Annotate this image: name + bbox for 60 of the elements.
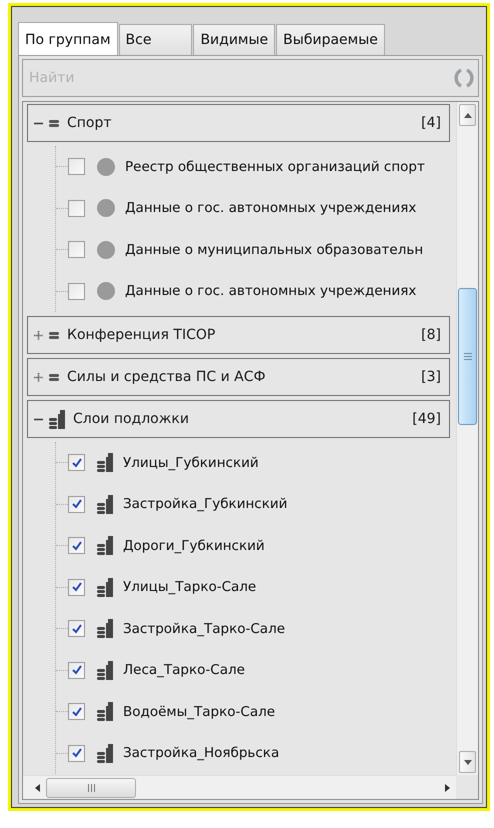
checkbox[interactable]	[68, 454, 85, 472]
layer-name[interactable]: Водоёмы_Тарко-Сале	[123, 704, 276, 720]
checkbox[interactable]	[68, 578, 85, 596]
checkmark-icon	[72, 582, 82, 592]
group-name: Слои подложки	[73, 411, 190, 427]
down-arrow-icon	[464, 760, 472, 764]
item-count: [8]	[421, 327, 441, 343]
group-name: Силы и средства ПС и АСФ	[67, 369, 267, 385]
checkmark-icon	[72, 458, 82, 468]
layer-name[interactable]: Реестр общественных организаций спорт	[125, 158, 425, 175]
checkmark-icon	[72, 540, 82, 551]
group-name: Спорт	[67, 115, 113, 131]
tab[interactable]: Все	[118, 24, 192, 55]
scroll-thumb[interactable]	[46, 778, 136, 798]
tab[interactable]: Выбираемые	[276, 24, 385, 55]
group-header[interactable]: Конференция TICOP [8]	[27, 316, 450, 354]
layer-name[interactable]: Застройка_Ноябрьска	[123, 745, 280, 762]
tab[interactable]: Видимые	[193, 24, 276, 55]
layer-name[interactable]: Дороги_Губкинский	[123, 538, 265, 554]
checkbox[interactable]	[68, 537, 85, 554]
checkbox[interactable]	[68, 496, 85, 513]
tab[interactable]: По группам	[18, 22, 118, 55]
checkbox[interactable]	[68, 200, 85, 217]
scroll-up-button[interactable]	[459, 104, 476, 126]
checkbox[interactable]	[68, 620, 85, 638]
item-count: [4]	[421, 115, 441, 131]
group-header[interactable]: Силы и средства ПС и АСФ [3]	[27, 358, 450, 396]
checkbox[interactable]	[68, 662, 85, 679]
checkmark-icon	[72, 665, 82, 676]
checkbox[interactable]	[68, 744, 85, 762]
checkbox[interactable]	[68, 158, 85, 176]
layer-name[interactable]: Улицы_Губкинский	[123, 454, 259, 471]
checkmark-icon	[72, 748, 82, 758]
layer-name[interactable]: Леса_Тарко-Сале	[123, 662, 245, 678]
group-header[interactable]: Слои подложки [49]	[27, 400, 450, 438]
checkbox[interactable]	[68, 703, 85, 720]
layer-name[interactable]: Застройка_Губкинский	[123, 496, 288, 512]
layer-name[interactable]: Данные о гос. автономных учреждениях	[125, 283, 416, 300]
checkbox[interactable]	[68, 282, 85, 300]
scroll-down-button[interactable]	[459, 751, 476, 773]
checkbox[interactable]	[68, 241, 85, 258]
up-arrow-icon	[464, 112, 472, 118]
layer-name[interactable]: Данные о гос. автономных учреждениях	[125, 200, 416, 216]
scroll-thumb[interactable]	[458, 288, 477, 425]
checkmark-icon	[72, 499, 82, 510]
group-header[interactable]: Спорт [4]	[27, 104, 450, 142]
layer-name[interactable]: Данные о муниципальных образовательн	[125, 242, 424, 258]
scroll-left-arrow-icon[interactable]	[35, 784, 40, 792]
layer-name[interactable]: Застройка_Тарко-Сале	[123, 620, 285, 637]
scroll-right-arrow-icon[interactable]	[445, 784, 450, 792]
checkmark-icon	[72, 706, 82, 717]
expand-icon[interactable]	[34, 330, 43, 340]
expand-icon[interactable]	[34, 372, 43, 382]
vertical-scrollbar[interactable]	[456, 102, 478, 775]
item-count: [3]	[421, 369, 441, 385]
group-name: Конференция TICOP	[67, 327, 216, 343]
item-count: [49]	[412, 411, 441, 427]
layer-name[interactable]: Улицы_Тарко-Сале	[123, 579, 256, 596]
checkmark-icon	[72, 624, 82, 634]
horizontal-scrollbar[interactable]	[23, 775, 456, 799]
